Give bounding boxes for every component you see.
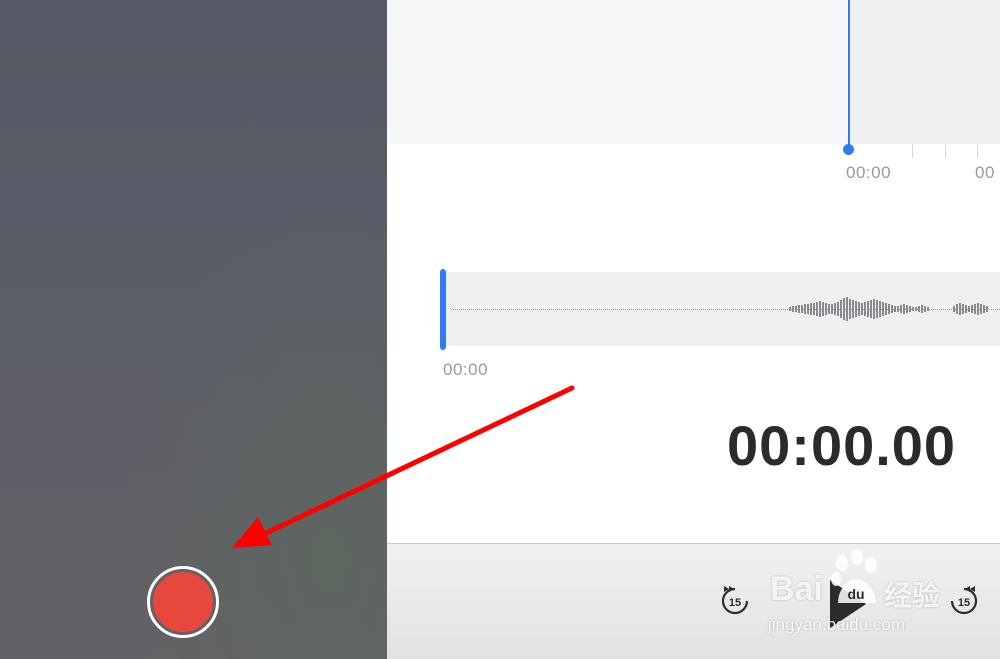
waveform-bar: [834, 303, 836, 315]
waveform-bar: [968, 306, 970, 312]
waveform-overview-future: [848, 0, 1000, 144]
overview-time-label: 00:00: [846, 163, 892, 182]
waveform-bar: [804, 304, 806, 314]
waveform-bar: [912, 307, 914, 311]
waveform-bar: [861, 303, 863, 315]
waveform-bar: [810, 303, 812, 315]
waveform-bar: [795, 306, 797, 312]
waveform-bar: [906, 305, 908, 313]
waveform-bar: [828, 304, 830, 314]
waveform-bar: [888, 304, 890, 314]
timeline-tick: [945, 144, 946, 158]
waveform-bar: [870, 300, 872, 318]
waveform-bar: [837, 302, 839, 316]
waveform-bar: [849, 299, 851, 319]
waveform-bar: [953, 306, 955, 312]
watermark-url: jingyan.baidu.com: [768, 615, 906, 634]
left-panel: [0, 0, 387, 659]
waveform-bar: [891, 305, 893, 313]
waveform-bar: [974, 304, 976, 314]
detail-time-label: 00:00: [443, 360, 489, 379]
waveform-bar: [843, 298, 845, 320]
waveform-bar: [971, 305, 973, 313]
timeline-tick: [977, 144, 978, 158]
waveform-bar: [882, 302, 884, 316]
waveform-bar: [986, 306, 988, 312]
waveform-bar: [956, 304, 958, 314]
waveform-bar: [959, 303, 961, 315]
record-icon: [153, 572, 213, 632]
waveform-bar: [819, 301, 821, 317]
waveform-bar: [855, 301, 857, 317]
waveform-bar: [924, 306, 926, 312]
svg-text:du: du: [847, 586, 864, 602]
waveform-bar: [962, 304, 964, 314]
watermark-brand: Bai: [770, 570, 823, 608]
elapsed-time: 00:00.00: [727, 414, 957, 477]
waveform-bar: [983, 305, 985, 313]
waveform-bar: [965, 305, 967, 313]
waveform-bar: [909, 306, 911, 312]
scrubber-handle[interactable]: [440, 269, 446, 350]
waveform-bar: [864, 302, 866, 316]
waveform-bar: [897, 306, 899, 312]
waveform-bar: [801, 305, 803, 313]
skip-forward-15-icon[interactable]: 15: [947, 584, 981, 618]
waveform-bar: [813, 303, 815, 315]
waveform-bar: [900, 305, 902, 313]
waveform-bar: [873, 299, 875, 319]
waveform-bar: [858, 302, 860, 316]
overview-playhead[interactable]: [848, 0, 850, 150]
waveform-bar: [846, 297, 848, 321]
watermark-brand-cn: 经验: [884, 580, 941, 611]
waveform-bar: [867, 301, 869, 317]
overview-playhead-dot[interactable]: [843, 144, 854, 155]
recorder-panel: 00:00 00 00:00 00:00.00 15 15: [387, 0, 1000, 659]
waveform-bar: [879, 301, 881, 317]
baidu-paw-icon: du: [831, 549, 877, 603]
waveform-bar: [915, 307, 917, 311]
skip-forward-label: 15: [958, 597, 970, 609]
record-button[interactable]: [147, 566, 219, 638]
waveform-bar: [903, 304, 905, 314]
waveform-bar: [885, 303, 887, 315]
waveform-bar: [822, 302, 824, 316]
waveform-bar: [840, 300, 842, 318]
waveform-bar: [918, 306, 920, 312]
waveform-bar: [831, 304, 833, 314]
waveform-bar: [927, 307, 929, 311]
waveform-bar: [980, 304, 982, 314]
waveform-bar: [792, 306, 794, 312]
waveform-bar: [807, 304, 809, 314]
waveform-bar: [798, 305, 800, 313]
waveform-bar: [977, 303, 979, 315]
skip-back-15-icon[interactable]: 15: [718, 584, 752, 618]
waveform-bar: [825, 303, 827, 315]
waveform-bar: [816, 302, 818, 316]
skip-back-label: 15: [729, 597, 741, 609]
timeline-tick: [912, 144, 913, 158]
waveform-bar: [921, 305, 923, 313]
waveform-bar: [876, 300, 878, 318]
waveform-bar: [894, 306, 896, 312]
waveform-bar: [852, 300, 854, 318]
overview-time-label: 00: [975, 163, 995, 182]
waveform-bar: [789, 307, 791, 311]
